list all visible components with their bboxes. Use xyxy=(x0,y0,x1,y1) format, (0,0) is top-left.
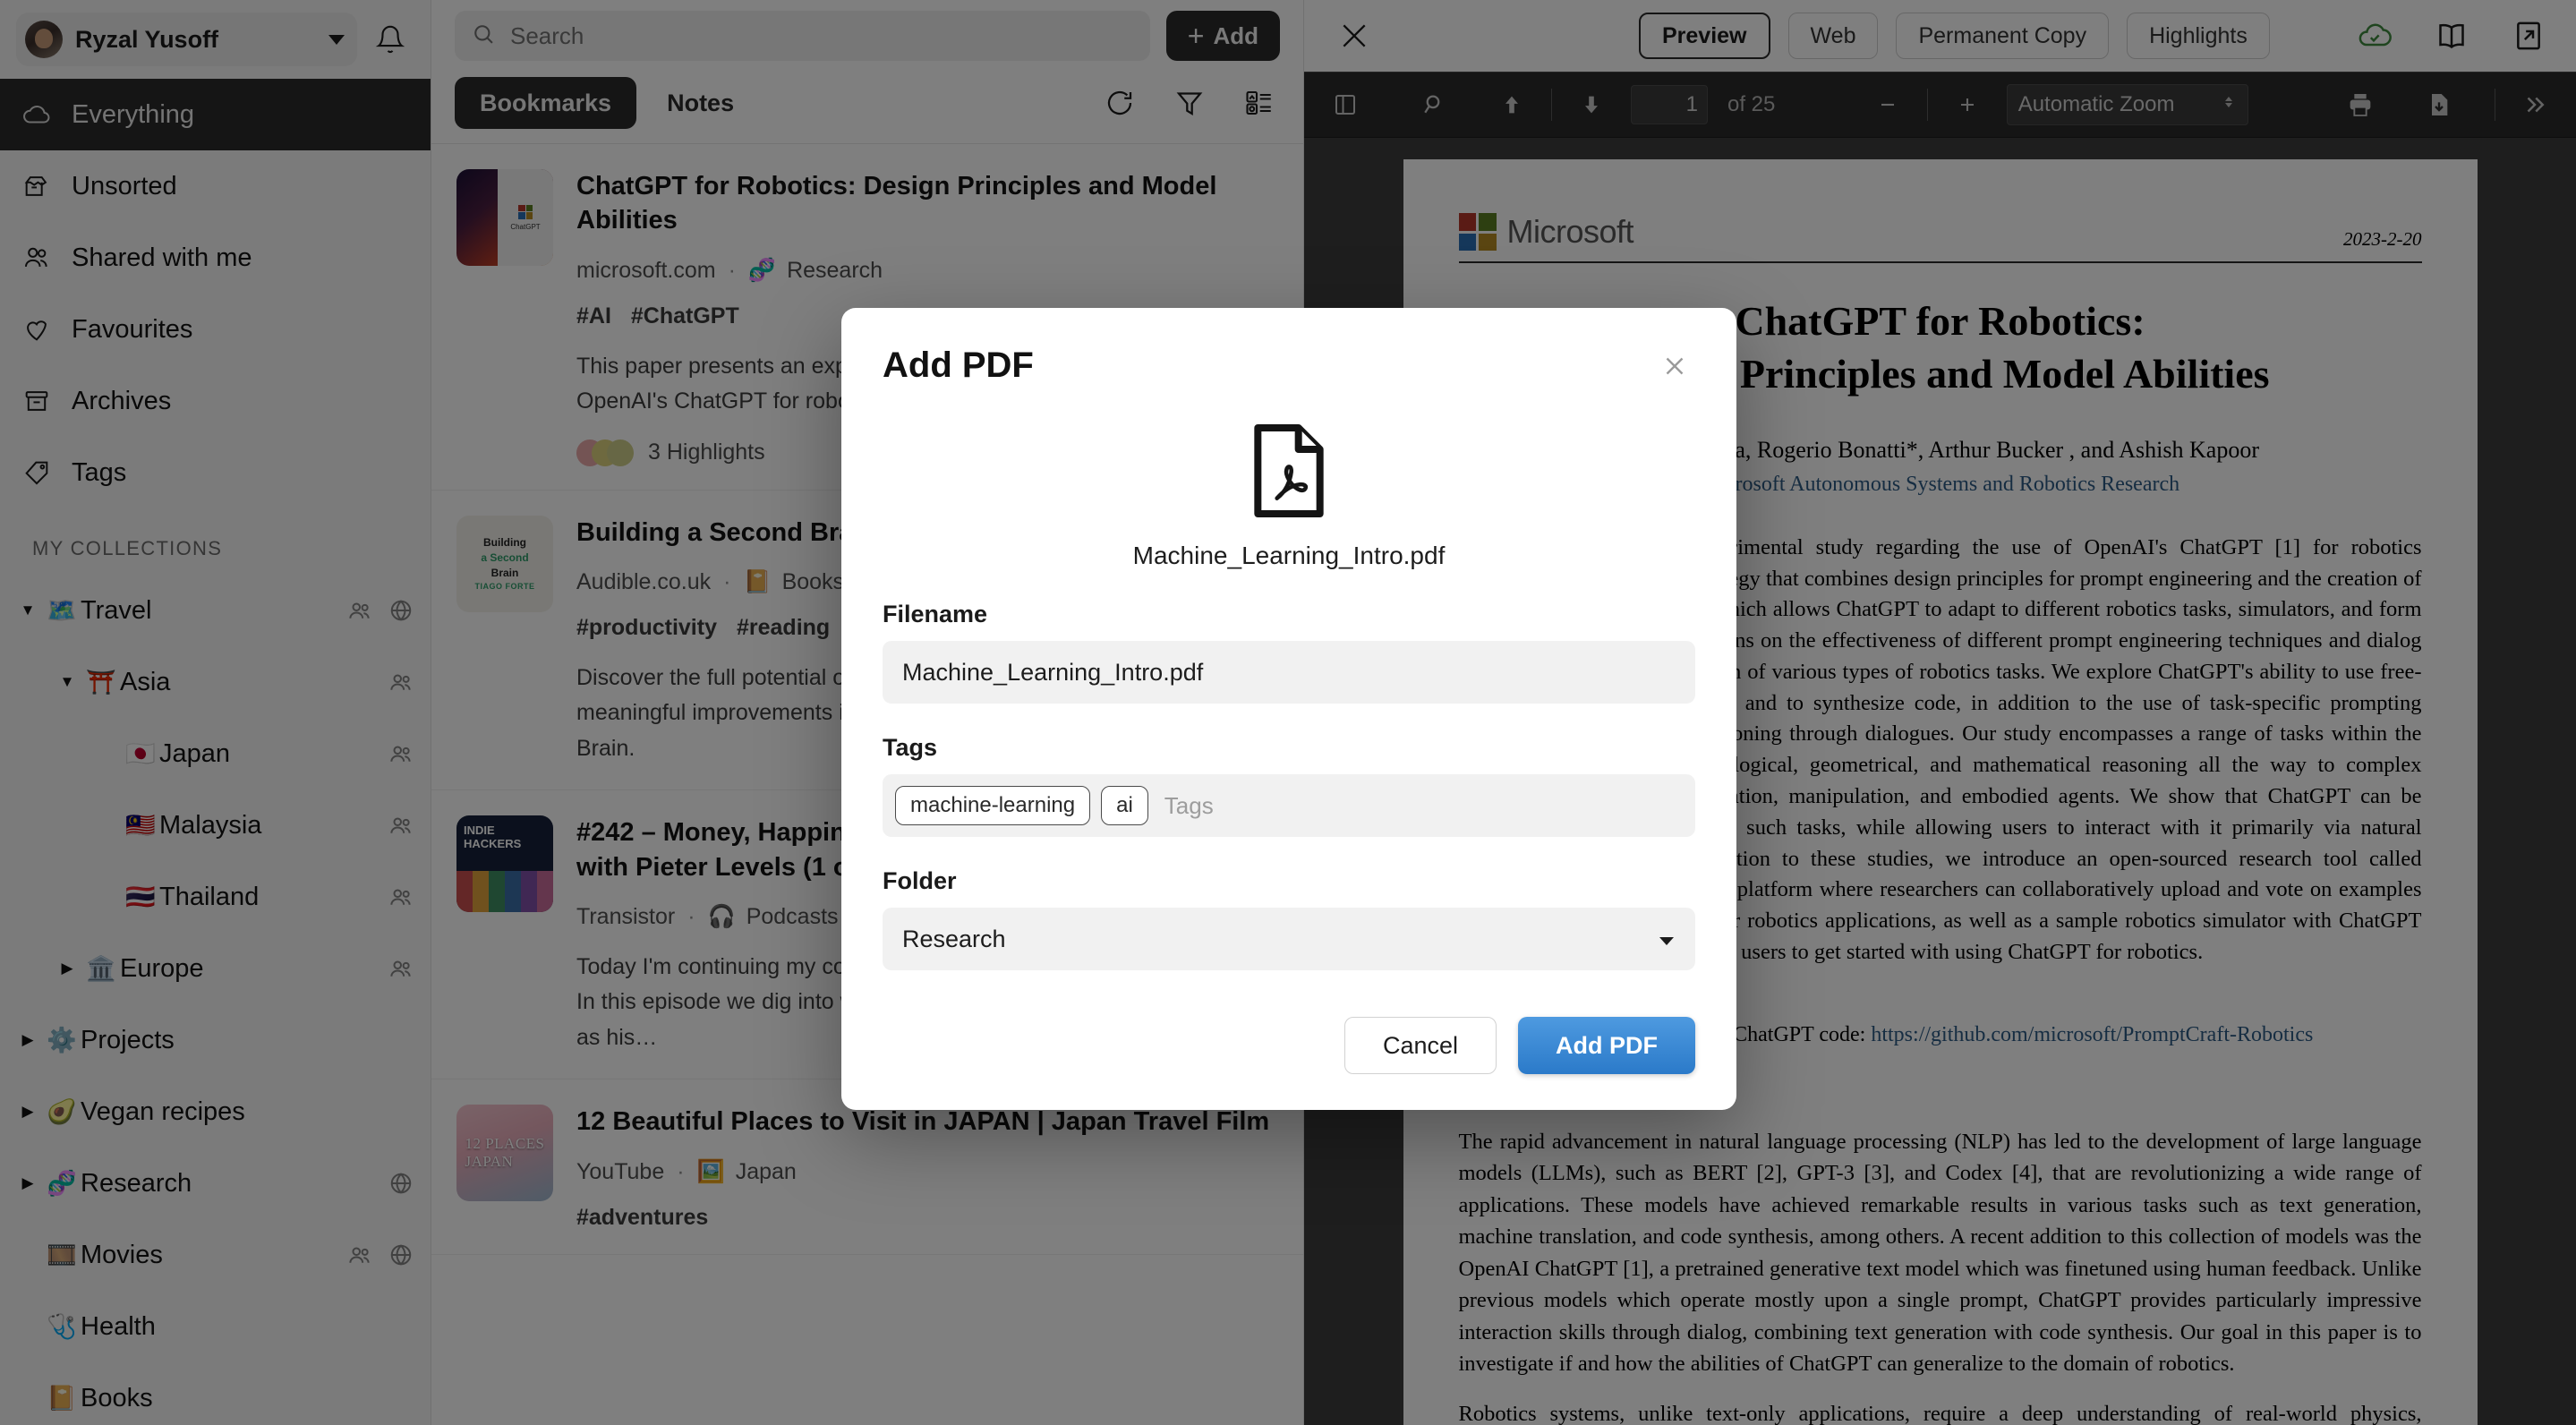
modal-actions: Cancel Add PDF xyxy=(883,1017,1695,1074)
chevron-down-icon xyxy=(1658,926,1676,953)
folder-label: Folder xyxy=(883,867,957,894)
app-root: Ryzal Yusoff Everything xyxy=(0,0,2576,1425)
filename-field: Filename Machine_Learning_Intro.pdf xyxy=(883,601,1695,704)
tag-chip[interactable]: ai xyxy=(1101,786,1148,825)
pdf-file-icon xyxy=(1250,424,1327,522)
filename-input[interactable]: Machine_Learning_Intro.pdf xyxy=(883,641,1695,704)
modal-header: Add PDF xyxy=(883,346,1695,387)
tags-placeholder: Tags xyxy=(1164,791,1214,819)
filename-value: Machine_Learning_Intro.pdf xyxy=(902,658,1204,686)
close-icon[interactable] xyxy=(1654,346,1695,387)
file-name-preview: Machine_Learning_Intro.pdf xyxy=(1132,542,1446,569)
add-pdf-submit-button[interactable]: Add PDF xyxy=(1518,1017,1695,1074)
folder-value: Research xyxy=(902,925,1006,952)
add-pdf-modal: Add PDF Machine_Learning_Intro.pdf Filen… xyxy=(841,308,1736,1110)
file-preview: Machine_Learning_Intro.pdf xyxy=(883,424,1695,570)
tags-input[interactable]: machine-learning ai Tags xyxy=(883,774,1695,837)
modal-title: Add PDF xyxy=(883,346,1034,385)
folder-select[interactable]: Research xyxy=(883,908,1695,970)
cancel-button[interactable]: Cancel xyxy=(1343,1017,1497,1074)
tags-field: Tags machine-learning ai Tags xyxy=(883,734,1695,837)
tag-chip[interactable]: machine-learning xyxy=(895,786,1091,825)
tags-label: Tags xyxy=(883,734,938,761)
filename-label: Filename xyxy=(883,601,988,627)
folder-field: Folder Research xyxy=(883,867,1695,970)
